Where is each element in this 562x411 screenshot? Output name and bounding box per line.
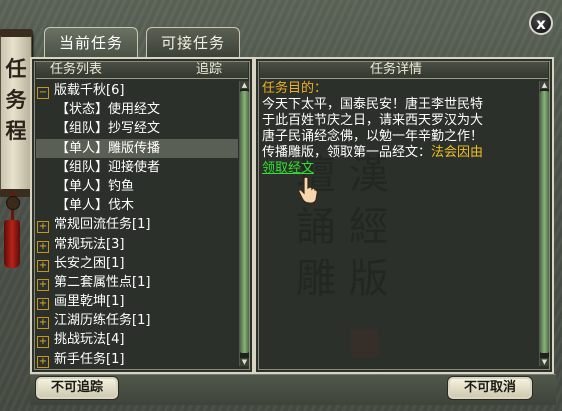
quest-group-label: 新手任务[1]: [54, 351, 125, 367]
expand-toggle-icon[interactable]: +: [37, 221, 49, 234]
bead-ornament: [6, 196, 20, 210]
quest-detail-title: 任务详情: [370, 62, 423, 77]
quest-group-label: 江湖历练任务[1]: [54, 313, 151, 329]
expand-toggle-icon[interactable]: +: [37, 317, 49, 330]
quest-group-row[interactable]: + 长安之困[1]: [36, 254, 238, 273]
close-button[interactable]: x: [529, 11, 553, 35]
quest-list-header: 任务列表 追踪: [36, 62, 248, 79]
quest-item-row[interactable]: 【单人】钓鱼: [36, 177, 238, 196]
expand-toggle-icon[interactable]: +: [37, 240, 49, 253]
detail-line-text: 传播雕版，领取第一品经文：: [262, 145, 432, 160]
scroll-down-arrow-icon[interactable]: ▼: [240, 358, 249, 366]
expand-toggle-icon[interactable]: +: [37, 298, 49, 311]
claim-scripture-link[interactable]: 领取经文: [262, 161, 314, 176]
collapse-toggle-icon[interactable]: −: [37, 87, 49, 99]
quest-group-row[interactable]: + 第二套属性点[1]: [36, 273, 238, 292]
track-column-label: 追踪: [196, 62, 223, 77]
quest-group-row[interactable]: + 新手任务[1]: [36, 350, 238, 368]
detail-line: 于此百姓节庆之日，请来西天罗汉为大: [262, 113, 484, 128]
quest-group-row[interactable]: − 版载千秋[6]: [36, 81, 238, 100]
banner-char: 任: [5, 56, 27, 81]
quest-detail-scrollbar[interactable]: ▲ ▼: [539, 81, 549, 366]
expand-toggle-icon[interactable]: +: [37, 355, 49, 368]
banner-title: 任 务 程: [3, 53, 29, 146]
scroll-rod-top: [0, 29, 33, 37]
scroll-up-arrow-icon[interactable]: ▲: [540, 81, 549, 89]
quest-group-label: 版载千秋[6]: [54, 83, 125, 98]
expand-toggle-icon[interactable]: +: [37, 259, 49, 272]
expand-toggle-icon[interactable]: +: [37, 278, 49, 291]
scroll-up-arrow-icon[interactable]: ▲: [240, 81, 249, 89]
detail-line: 今天下太平，国泰民安！唐王李世民特: [262, 97, 484, 112]
quest-list-panel: 任务列表 追踪 − 版载千秋[6] 【状态】使用经文 【组队】抄写经文 【单人】雕…: [30, 57, 254, 374]
quest-group-label: 长安之困[1]: [54, 255, 125, 271]
quest-list-scrollbar[interactable]: ▲ ▼: [239, 81, 249, 366]
quest-detail-header: 任务详情: [260, 62, 548, 79]
tab-available-quests[interactable]: 可接任务: [146, 27, 240, 57]
quest-window: 任 务 程 当前任务 可接任务 x 任务列表 追踪 − 版载千秋[6] 【状态】使…: [0, 0, 562, 411]
title-scroll-banner: 任 务 程: [0, 29, 33, 197]
quest-item-row[interactable]: 【组队】迎接使者: [36, 158, 238, 177]
quest-group-row[interactable]: + 江湖历练任务[1]: [36, 311, 238, 330]
banner-char: 程: [5, 118, 27, 143]
hand-cursor-icon: [298, 176, 318, 204]
quest-group-row[interactable]: + 挑战玩法[4]: [36, 330, 238, 349]
scroll-rod-bottom: [0, 189, 33, 197]
quest-item-row[interactable]: 【组队】抄写经文: [36, 119, 238, 138]
expand-toggle-icon[interactable]: +: [37, 336, 49, 349]
red-tassel-ornament: [4, 220, 20, 268]
untrack-button[interactable]: 不可追踪: [36, 377, 118, 399]
quest-group-label: 第二套属性点[1]: [54, 274, 151, 290]
cancel-quest-button[interactable]: 不可取消: [448, 377, 532, 399]
quest-item-row[interactable]: 【单人】伐木: [36, 196, 238, 215]
detail-line: 唐子民诵经念佛，以勉一年辛勤之作！: [262, 129, 484, 144]
quest-item-row-selected[interactable]: 【单人】雕版传播: [36, 138, 238, 158]
detail-line: 传播雕版，领取第一品经文：法会因由: [262, 145, 536, 161]
quest-group-label: 画里乾坤[1]: [54, 294, 125, 310]
quest-group-row[interactable]: + 画里乾坤[1]: [36, 292, 238, 311]
quest-item-row[interactable]: 【状态】使用经文: [36, 100, 238, 119]
quest-group-row[interactable]: + 常规回流任务[1]: [36, 215, 238, 234]
scripture-name: 法会因由: [431, 145, 484, 160]
scroll-thumb[interactable]: [240, 91, 249, 353]
quest-list: − 版载千秋[6] 【状态】使用经文 【组队】抄写经文 【单人】雕版传播 【组队】…: [36, 81, 238, 368]
tab-current-quests[interactable]: 当前任务: [44, 27, 138, 57]
quest-group-row[interactable]: + 常规玩法[3]: [36, 235, 238, 254]
objective-title: 任务目的：: [262, 81, 328, 96]
quest-detail-panel: 任务详情 壇 漢誦 經雕 版 任务目的： 今天下太平，国泰民安！唐王李世民特 于…: [254, 57, 554, 374]
quest-list-title: 任务列表: [50, 62, 103, 77]
scroll-down-arrow-icon[interactable]: ▼: [540, 358, 549, 366]
quest-group-label: 挑战玩法[4]: [54, 332, 125, 348]
quest-group-label: 常规回流任务[1]: [54, 217, 151, 233]
scroll-thumb[interactable]: [540, 91, 549, 353]
banner-char: 务: [5, 87, 27, 112]
quest-group-label: 常规玩法[3]: [54, 236, 125, 252]
quest-detail-text: 任务目的： 今天下太平，国泰民安！唐王李世民特 于此百姓节庆之日，请来西天罗汉为…: [262, 81, 536, 368]
